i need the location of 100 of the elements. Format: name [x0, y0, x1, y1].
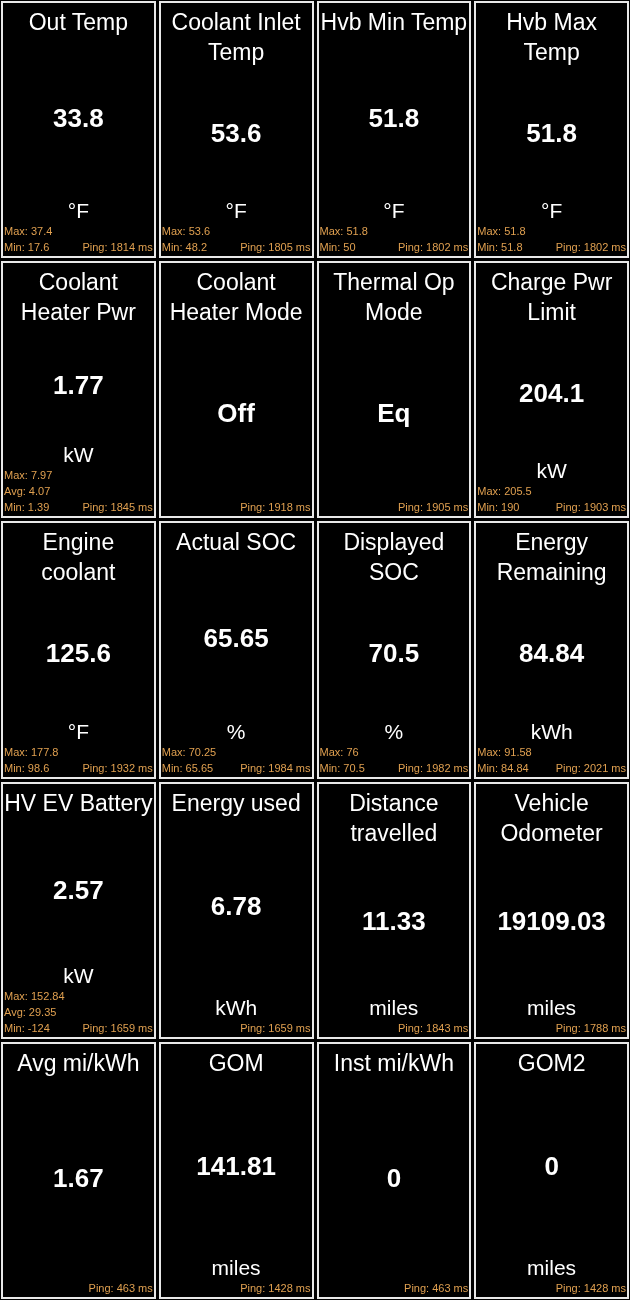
gauge-value: 51.8 — [526, 116, 577, 150]
gauge-title: GOM — [207, 1048, 265, 1078]
stat-text: Max: 7.97 — [4, 468, 53, 484]
gauge-value: 53.6 — [210, 116, 262, 150]
ping-text: Ping: 1903 ms — [555, 500, 626, 516]
gauge-value: 51.8 — [368, 101, 420, 135]
gauge-value: 1.67 — [53, 1162, 104, 1196]
ping-text: Ping: 1984 ms — [240, 760, 311, 776]
ping-text: Ping: 2021 ms — [555, 760, 626, 776]
stat-text: Min: 17.6 — [4, 240, 51, 256]
stat-text: Max: 51.8 — [477, 224, 526, 240]
unit-label: % — [383, 719, 405, 744]
gauge-value: 11.33 — [362, 905, 426, 939]
gauge-title: Engine coolant — [40, 528, 117, 588]
stat-text: Min: 98.6 — [4, 760, 51, 776]
unit-label: kW — [62, 963, 95, 988]
ping-text: Ping: 1905 ms — [397, 500, 469, 516]
unit-label: miles — [526, 1256, 578, 1280]
gauge-value: 70.5 — [368, 637, 420, 670]
gauge-value: 6.78 — [210, 890, 262, 924]
unit-label: kW — [62, 443, 95, 468]
unit-label: °F — [382, 199, 406, 224]
stat-text: Min: 84.84 — [477, 760, 530, 776]
unit-label: % — [225, 719, 247, 744]
ping-text: Ping: 1802 ms — [555, 240, 626, 256]
gauge-title: Avg mi/kWh — [16, 1048, 141, 1078]
gauge-value: 0 — [544, 1150, 559, 1184]
unit-label: °F — [224, 199, 248, 224]
gauge-title: GOM2 — [516, 1048, 587, 1078]
unit-label: miles — [368, 995, 420, 1020]
ping-text: Ping: 463 ms — [88, 1281, 153, 1296]
ping-text: Ping: 1918 ms — [240, 500, 311, 516]
stat-text: Max: 76 — [319, 744, 360, 760]
gauge-title: Coolant Heater Mode — [168, 268, 304, 328]
gauge-title: Distance travelled — [348, 788, 440, 848]
stat-text: Max: 53.6 — [161, 224, 211, 240]
unit-label: °F — [540, 199, 564, 224]
gauge-value: 0 — [386, 1162, 402, 1196]
stat-text: Min: 51.8 — [477, 240, 524, 256]
ping-text: Ping: 1805 ms — [240, 240, 311, 256]
unit-label: kWh — [529, 719, 574, 744]
unit-label: kW — [535, 459, 568, 484]
ping-text: Ping: 1788 ms — [555, 1020, 626, 1036]
gauge-title: Energy used — [170, 788, 302, 818]
ping-text: Ping: 1932 ms — [82, 760, 153, 776]
stat-text: Max: 37.4 — [4, 224, 53, 240]
stat-text: Max: 177.8 — [4, 744, 59, 760]
stat-text: Min: 65.65 — [161, 760, 215, 776]
unit-label: miles — [210, 1256, 262, 1280]
stat-text: Min: 50 — [319, 240, 357, 256]
stat-text: Max: 91.58 — [477, 744, 532, 760]
ping-text: Ping: 1428 ms — [240, 1281, 311, 1296]
stat-text: Min: 190 — [477, 500, 521, 516]
gauge-title: Hvb Min Temp — [319, 8, 469, 37]
stat-text: Min: -124 — [4, 1020, 51, 1036]
gauge-title: Inst mi/kWh — [332, 1048, 455, 1078]
gauge-value: 84.84 — [519, 637, 585, 670]
gauge-title: Coolant Heater Pwr — [19, 268, 137, 328]
stat-text: Avg: 4.07 — [4, 484, 52, 500]
unit-label: kWh — [214, 995, 259, 1020]
ping-text: Ping: 1982 ms — [397, 760, 469, 776]
unit-label: °F — [66, 199, 90, 224]
gauge-value: Eq — [377, 396, 411, 430]
stat-text: Max: 51.8 — [319, 224, 368, 240]
gauge-value: 125.6 — [45, 637, 111, 670]
stat-text: Min: 48.2 — [161, 240, 208, 256]
gauge-title: Hvb Max Temp — [505, 8, 598, 67]
gauge-title: Displayed SOC — [342, 528, 446, 588]
ping-text: Ping: 1814 ms — [82, 240, 153, 256]
gauge-title: Actual SOC — [175, 528, 298, 558]
stat-text: Max: 205.5 — [477, 484, 532, 500]
gauge-title: Thermal Op Mode — [332, 268, 456, 328]
gauge-value: 204.1 — [519, 376, 585, 410]
ping-text: Ping: 1659 ms — [82, 1020, 153, 1036]
gauge-title: Charge Pwr Limit — [489, 268, 614, 328]
ping-text: Ping: 1802 ms — [397, 240, 469, 256]
unit-label: miles — [526, 995, 578, 1020]
ping-text: Ping: 463 ms — [404, 1281, 469, 1296]
stat-text: Min: 70.5 — [319, 760, 365, 776]
gauge-title: Coolant Inlet Temp — [170, 8, 302, 67]
gauge-value: 65.65 — [203, 622, 269, 655]
gauge-value: 2.57 — [53, 874, 104, 908]
gauge-value: 33.8 — [53, 101, 104, 135]
ping-text: Ping: 1843 ms — [397, 1020, 469, 1036]
gauge-value: Off — [217, 396, 255, 430]
stat-text: Min: 1.39 — [4, 500, 51, 516]
gauge-title: Vehicle Odometer — [499, 788, 604, 848]
ping-text: Ping: 1428 ms — [555, 1281, 626, 1296]
ping-text: Ping: 1659 ms — [240, 1020, 311, 1036]
unit-label: °F — [66, 719, 90, 744]
stat-text: Max: 70.25 — [161, 744, 217, 760]
gauge-value: 19109.03 — [497, 905, 606, 939]
gauge-title: HV EV Battery — [3, 788, 154, 818]
stat-text: Avg: 29.35 — [4, 1004, 58, 1020]
gauge-title: Out Temp — [27, 8, 129, 37]
ping-text: Ping: 1845 ms — [82, 500, 153, 516]
stat-text: Max: 152.84 — [4, 988, 65, 1004]
gauge-title: Energy Remaining — [495, 528, 608, 588]
gauge-value: 141.81 — [196, 1150, 276, 1184]
gauge-value: 1.77 — [53, 368, 104, 402]
